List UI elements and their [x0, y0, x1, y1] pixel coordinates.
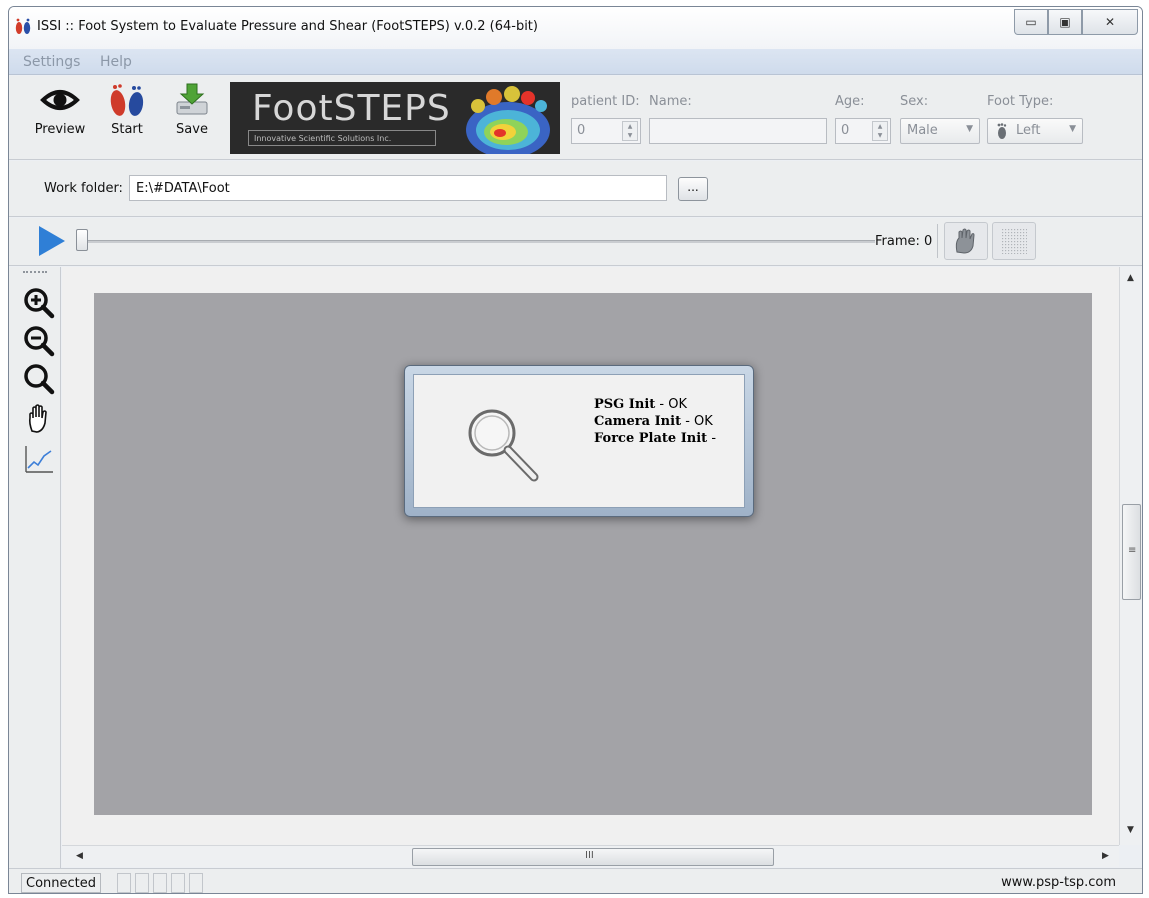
name-label: Name:: [649, 94, 692, 109]
age-label: Age:: [835, 94, 865, 109]
camera-init-result: - OK: [685, 414, 713, 429]
horizontal-scroll-thumb[interactable]: III: [412, 848, 774, 866]
scroll-right-arrow-icon[interactable]: ▶: [1102, 851, 1109, 861]
hand-foot-icon: [955, 228, 975, 254]
playback-bar: Frame: 0: [9, 218, 1142, 266]
title-bar[interactable]: ISSI :: Foot System to Evaluate Pressure…: [9, 7, 1142, 49]
window-title: ISSI :: Foot System to Evaluate Pressure…: [37, 19, 538, 34]
age-value: 0: [841, 123, 850, 138]
zoom-in-icon[interactable]: [23, 287, 55, 319]
line-chart-icon[interactable]: [23, 443, 55, 475]
work-folder-label: Work folder:: [44, 181, 123, 196]
menu-settings[interactable]: Settings: [23, 54, 80, 70]
frame-slider-track[interactable]: [79, 240, 875, 243]
foot-type-value: Left: [1016, 123, 1041, 138]
minimize-button[interactable]: ▭: [1014, 9, 1048, 35]
feet-icon: [110, 84, 144, 116]
menu-bar: Settings Help: [9, 49, 1142, 75]
website-link[interactable]: www.psp-tsp.com: [1001, 875, 1116, 890]
preview-button[interactable]: Preview: [31, 82, 89, 137]
status-indicator: [153, 873, 167, 893]
banner-subtitle: Innovative Scientific Solutions Inc.: [254, 134, 392, 143]
vertical-scrollbar[interactable]: ▲ ≡ ▼: [1119, 267, 1142, 845]
save-button[interactable]: Save: [167, 82, 217, 137]
frame-counter: Frame: 0: [875, 234, 933, 249]
scroll-up-arrow-icon[interactable]: ▲: [1127, 273, 1134, 283]
banner-title: FootSTEPS: [252, 88, 451, 129]
psg-init-result: - OK: [659, 397, 688, 412]
force-plate-init-status: Force Plate Init -: [594, 431, 716, 446]
age-spinbox[interactable]: 0 ▲ ▼: [835, 118, 891, 144]
status-indicator: [135, 873, 149, 893]
connection-status: Connected: [21, 873, 102, 893]
save-drive-icon: [176, 83, 208, 115]
menu-help[interactable]: Help: [100, 54, 132, 70]
foot-icon: [997, 123, 1007, 139]
vertical-scroll-thumb[interactable]: ≡: [1122, 504, 1141, 600]
horizontal-scrollbar[interactable]: ◀ III ▶: [62, 845, 1119, 867]
status-indicator: [117, 873, 131, 893]
chevron-down-icon: ▼: [1069, 124, 1076, 134]
separator: [937, 224, 938, 258]
scroll-left-arrow-icon[interactable]: ◀: [76, 851, 83, 861]
horizontal-grip-icon: III: [585, 850, 594, 861]
status-bar: Connected www.psp-tsp.com: [9, 868, 1142, 893]
foot-view-button[interactable]: [944, 222, 988, 260]
pan-hand-icon[interactable]: [23, 403, 55, 435]
play-icon[interactable]: [39, 226, 65, 256]
camera-init-status: Camera Init - OK: [594, 414, 713, 429]
patient-id-spinbox[interactable]: 0 ▲ ▼: [571, 118, 641, 144]
left-toolbox: [9, 267, 61, 872]
camera-init-label: Camera Init: [594, 414, 682, 429]
window-controls: ▭ ▣ ✕: [1014, 9, 1138, 35]
sex-label: Sex:: [900, 94, 929, 109]
zoom-fit-icon[interactable]: [23, 363, 55, 395]
scroll-down-arrow-icon[interactable]: ▼: [1127, 825, 1134, 835]
app-feet-icon: [15, 18, 31, 34]
grid-icon: [1001, 228, 1027, 254]
maximize-button[interactable]: ▣: [1048, 9, 1082, 35]
save-label: Save: [176, 122, 208, 137]
sex-value: Male: [907, 123, 938, 138]
force-plate-init-result: -: [711, 431, 717, 446]
start-label: Start: [111, 122, 143, 137]
patient-id-label: patient ID:: [571, 94, 640, 109]
patient-id-stepper[interactable]: ▲ ▼: [622, 121, 638, 141]
browse-folder-button[interactable]: ...: [678, 177, 708, 201]
work-folder-bar: Work folder: E:\#DATA\Foot ...: [9, 161, 1142, 217]
age-stepper[interactable]: ▲ ▼: [872, 121, 888, 141]
eye-icon: [40, 90, 80, 110]
canvas-viewport[interactable]: [62, 267, 1119, 845]
toolbox-grip[interactable]: [23, 271, 47, 273]
dialog-body: PSG Init - OK Camera Init - OK Force Pla…: [413, 374, 745, 508]
psg-init-label: PSG Init: [594, 397, 656, 412]
work-folder-value: E:\#DATA\Foot: [136, 181, 230, 196]
patient-id-value: 0: [577, 123, 586, 138]
footsteps-banner: FootSTEPS Innovative Scientific Solution…: [230, 82, 560, 154]
pressure-map-image: [466, 86, 550, 154]
app-window: ISSI :: Foot System to Evaluate Pressure…: [8, 6, 1143, 894]
zoom-out-icon[interactable]: [23, 325, 55, 357]
vertical-grip-icon: ≡: [1128, 545, 1137, 556]
chevron-down-icon: ▼: [966, 124, 973, 134]
close-button[interactable]: ✕: [1082, 9, 1138, 35]
foot-type-label: Foot Type:: [987, 94, 1054, 109]
status-indicator: [171, 873, 185, 893]
psg-init-status: PSG Init - OK: [594, 397, 687, 412]
main-toolbar: Preview Start Save FootSTEPS Innovative …: [9, 76, 1142, 160]
foot-type-select[interactable]: Left ▼: [987, 118, 1083, 144]
init-status-dialog: PSG Init - OK Camera Init - OK Force Pla…: [404, 365, 754, 517]
work-folder-input[interactable]: E:\#DATA\Foot: [129, 175, 667, 201]
name-field[interactable]: [649, 118, 827, 144]
preview-label: Preview: [34, 122, 86, 137]
start-button[interactable]: Start: [103, 82, 151, 137]
grid-view-button[interactable]: [992, 222, 1036, 260]
force-plate-init-label: Force Plate Init: [594, 431, 708, 446]
sex-select[interactable]: Male ▼: [900, 118, 980, 144]
status-indicator: [189, 873, 203, 893]
frame-slider-handle[interactable]: [76, 229, 88, 251]
magnifier-icon: [468, 409, 539, 482]
